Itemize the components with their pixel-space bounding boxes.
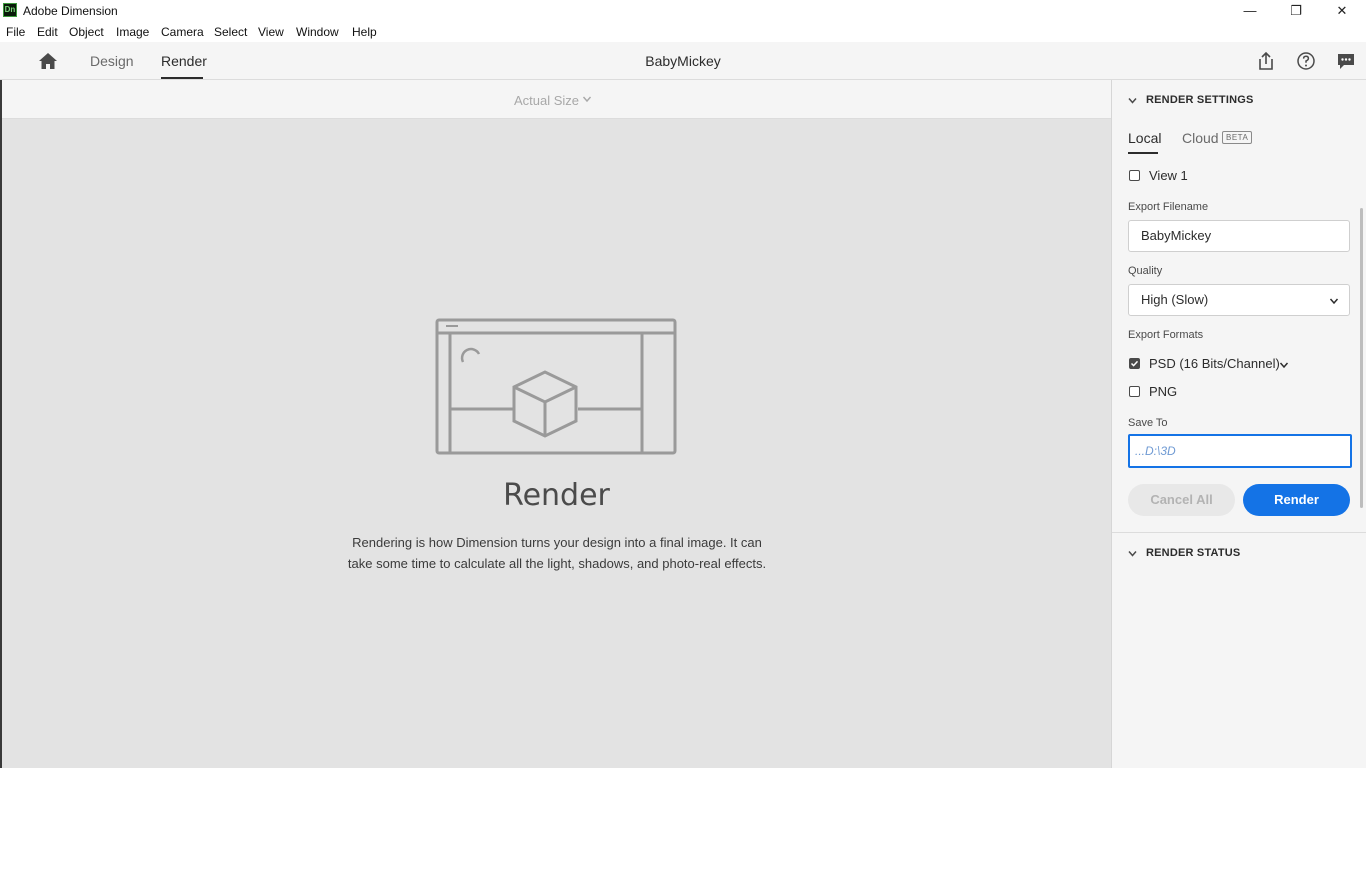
render-settings-header[interactable]: RENDER SETTINGS [1146, 94, 1254, 106]
psd-checkbox[interactable] [1129, 358, 1140, 369]
menu-camera[interactable]: Camera [161, 25, 204, 39]
title-bar: Dn Adobe Dimension — ❐ ✕ [0, 0, 1366, 22]
export-filename-label: Export Filename [1128, 201, 1209, 213]
render-settings-panel: RENDER SETTINGS Local Cloud BETA View 1 … [1111, 80, 1366, 768]
render-description-line: take some time to calculate all the ligh… [347, 556, 767, 571]
psd-format-label: PSD (16 Bits/Channel) [1149, 356, 1280, 371]
app-logo-icon: Dn [3, 3, 17, 17]
render-button[interactable]: Render [1243, 484, 1350, 516]
beta-badge: BETA [1222, 131, 1253, 144]
cancel-all-button[interactable]: Cancel All [1128, 484, 1235, 516]
png-format-label: PNG [1149, 384, 1178, 399]
window-title: Adobe Dimension [23, 4, 118, 18]
menu-edit[interactable]: Edit [37, 25, 58, 39]
menu-view[interactable]: View [258, 25, 284, 39]
menu-file[interactable]: File [6, 25, 25, 39]
render-description: Rendering is how Dimension turns your de… [342, 532, 772, 574]
tab-cloud[interactable]: Cloud [1182, 130, 1219, 146]
tab-render[interactable]: Render [161, 53, 207, 69]
feedback-icon[interactable] [1336, 51, 1356, 71]
quality-label: Quality [1128, 265, 1163, 277]
save-to-field[interactable]: ...D:\3D [1128, 434, 1352, 468]
render-heading: Render [503, 478, 610, 513]
active-tab-indicator [161, 77, 203, 79]
render-description-line: Rendering is how Dimension turns your de… [352, 535, 762, 550]
close-window-button[interactable]: ✕ [1319, 0, 1365, 22]
help-icon[interactable] [1296, 51, 1316, 71]
top-nav-bar: Design Render BabyMickey [0, 42, 1366, 80]
minimize-button[interactable]: — [1227, 0, 1273, 22]
share-icon[interactable] [1256, 51, 1276, 71]
menu-image[interactable]: Image [116, 25, 149, 39]
menu-bar: File Edit Object Image Camera Select Vie… [0, 22, 1366, 42]
menu-window[interactable]: Window [296, 25, 339, 39]
tab-local[interactable]: Local [1128, 130, 1161, 146]
panel-scrollbar[interactable] [1360, 208, 1363, 508]
render-status-header[interactable]: RENDER STATUS [1146, 547, 1240, 559]
quality-dropdown[interactable]: High (Slow) [1128, 284, 1350, 316]
home-icon[interactable] [38, 52, 58, 70]
png-checkbox[interactable] [1129, 386, 1140, 397]
chevron-down-icon[interactable] [1279, 360, 1289, 370]
active-tab-indicator [1128, 152, 1158, 154]
menu-object[interactable]: Object [69, 25, 104, 39]
chevron-down-icon[interactable] [1128, 549, 1137, 558]
restore-button[interactable]: ❐ [1273, 0, 1319, 22]
menu-select[interactable]: Select [214, 25, 247, 39]
view1-checkbox[interactable] [1129, 170, 1140, 181]
chevron-down-icon[interactable] [582, 94, 592, 104]
document-title: BabyMickey [645, 53, 721, 69]
chevron-down-icon[interactable] [1128, 96, 1137, 105]
export-formats-label: Export Formats [1128, 329, 1204, 341]
zoom-dropdown[interactable]: Actual Size [514, 93, 579, 108]
menu-help[interactable]: Help [352, 25, 377, 39]
tab-design[interactable]: Design [90, 53, 134, 69]
chevron-down-icon [1329, 298, 1339, 305]
zoom-bar: Actual Size [2, 80, 1111, 119]
view1-label: View 1 [1149, 168, 1188, 183]
save-to-label: Save To [1128, 417, 1168, 429]
section-divider [1112, 532, 1366, 533]
quality-value: High (Slow) [1141, 292, 1209, 307]
checkmark-icon [1130, 360, 1138, 367]
render-canvas: Actual Size Render Rendering is how Dime… [2, 80, 1111, 768]
export-filename-field[interactable]: BabyMickey [1128, 220, 1350, 252]
render-illustration-icon [435, 318, 677, 455]
